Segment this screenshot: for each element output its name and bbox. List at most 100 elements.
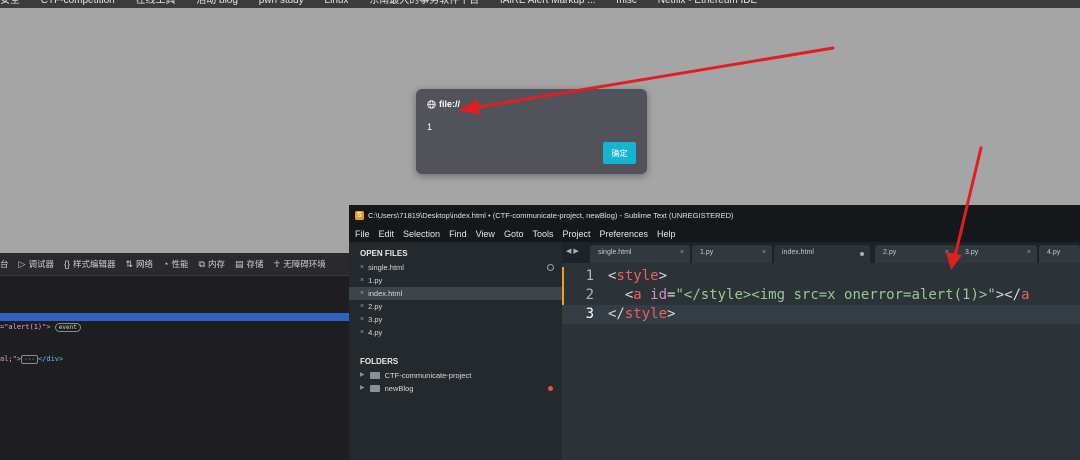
tab-debugger[interactable]: ▷ 调试器 [19, 258, 54, 270]
menu-view[interactable]: View [476, 229, 495, 239]
open-file-item[interactable]: × 2.py [349, 300, 562, 313]
tab-3-py[interactable]: 3.py × [957, 245, 1037, 263]
tab-label: 2.py [883, 249, 897, 256]
ok-button[interactable]: 确定 [603, 142, 636, 164]
tab-style-editor[interactable]: {} 样式编辑器 [64, 258, 116, 270]
open-file-label: 4.py [368, 328, 383, 337]
expand-triangle-icon[interactable]: ▶ [360, 382, 365, 395]
open-file-item[interactable]: × 1.py [349, 274, 562, 287]
tab-accessibility[interactable]: ☥ 无障碍环境 [273, 258, 325, 270]
braces-icon: {} [63, 259, 70, 269]
line-number: 1 [585, 268, 594, 284]
bookmark-item[interactable]: pwn study [259, 0, 304, 6]
devtools-toolbar: 台 ▷ 调试器 {} 样式编辑器 ⇅ 网络 ◔ 性能 ⧉ 内存 ▤ 存储 ☥ 无障碍环境 [0, 253, 349, 276]
menu-preferences[interactable]: Preferences [599, 229, 648, 239]
tab-storage[interactable]: ▤ 存储 [235, 258, 264, 270]
code-token: style [624, 306, 668, 322]
sublime-logo-icon: S [355, 210, 364, 220]
close-icon[interactable]: × [360, 261, 364, 274]
accessibility-icon: ☥ [273, 258, 281, 269]
folder-item[interactable]: ▶ newBlog [349, 382, 562, 395]
markup-line[interactable]: ="alert(1)"> event [0, 323, 81, 332]
line-number: 2 [585, 287, 594, 303]
menu-help[interactable]: Help [657, 229, 676, 239]
code-line-current[interactable]: 3 </style> [562, 305, 1080, 324]
close-icon[interactable]: × [1027, 249, 1031, 256]
menu-file[interactable]: File [355, 229, 370, 239]
sidebar: OPEN FILES × single.html × 1.py × index.htm… [349, 242, 562, 460]
collapsed-children[interactable]: ··· [21, 355, 38, 364]
performance-icon: ◔ [163, 259, 169, 269]
devtools-tab-label: 网络 [136, 259, 154, 269]
unsaved-circle-icon [547, 264, 554, 271]
menu-edit[interactable]: Edit [379, 229, 395, 239]
tab-memory[interactable]: ⧉ 内存 [199, 258, 225, 270]
bookmark-item[interactable]: 安全 [0, 0, 20, 6]
devtools-tab-label: 无障碍环境 [283, 259, 326, 269]
close-icon[interactable]: × [762, 249, 766, 256]
menu-goto[interactable]: Goto [504, 229, 524, 239]
tab-bar: ◀ ▶ single.html × 1.py × index.html 2.py × … [562, 242, 1080, 263]
folder-item[interactable]: ▶ CTF-communicate-project [349, 369, 562, 382]
tab-2-py[interactable]: 2.py × [875, 245, 955, 263]
window-title: C:\Users\71819\Desktop\index.html • (CTF… [368, 210, 734, 220]
closing-tag: </div> [37, 355, 64, 363]
menu-project[interactable]: Project [562, 229, 590, 239]
close-icon[interactable]: × [360, 313, 364, 326]
bookmark-item[interactable]: 东南最大的事务软件平台 [369, 0, 479, 6]
close-icon[interactable]: × [360, 287, 364, 300]
close-icon[interactable]: × [680, 249, 684, 256]
bookmark-item[interactable]: Netflix - Ethereum IDE [658, 0, 757, 6]
tab-label: 3.py [965, 249, 979, 256]
tab-index-html[interactable]: index.html [774, 245, 870, 263]
selected-node-row[interactable] [0, 313, 349, 321]
open-file-item[interactable]: × 4.py [349, 326, 562, 339]
open-file-item[interactable]: × index.html [349, 287, 562, 300]
globe-icon [427, 99, 436, 109]
alert-origin: file:// [427, 99, 460, 109]
close-icon[interactable]: × [360, 274, 364, 287]
menu-find[interactable]: Find [449, 229, 467, 239]
open-file-item[interactable]: × single.html [349, 261, 562, 274]
bookmark-item[interactable]: 在线工具 [135, 0, 175, 6]
tab-scroll-arrows-icon[interactable]: ◀ ▶ [566, 247, 579, 255]
code-token: style [616, 268, 659, 284]
tab-4-py[interactable]: 4.py [1039, 245, 1080, 263]
tab-console[interactable]: 台 [0, 258, 9, 270]
modified-dot-icon [548, 386, 553, 391]
bookmark-item[interactable]: fAlRE Alert Markup ... [500, 0, 596, 6]
storage-icon: ▤ [234, 258, 244, 269]
code-line[interactable]: 2 <a id="</style><img src=x onerror=aler… [562, 286, 1030, 305]
close-icon[interactable]: × [360, 300, 364, 313]
expand-triangle-icon[interactable]: ▶ [360, 369, 365, 382]
markup-line[interactable]: al;"> ··· </div> [0, 355, 64, 364]
menu-tools[interactable]: Tools [532, 229, 553, 239]
bookmark-item[interactable]: 活动 blog [196, 0, 238, 6]
tab-performance[interactable]: ◔ 性能 [163, 258, 188, 270]
bookmark-item[interactable]: Linux [325, 0, 349, 6]
bookmark-item[interactable]: CTF-competition [41, 0, 115, 6]
code-token: id [650, 287, 668, 303]
event-badge[interactable]: event [54, 323, 81, 332]
tab-1-py[interactable]: 1.py × [692, 245, 772, 263]
menu-selection[interactable]: Selection [403, 229, 440, 239]
menu-bar: File Edit Selection Find View Goto Tools… [349, 225, 1080, 242]
code-token: > [667, 306, 676, 322]
close-icon[interactable]: × [945, 249, 949, 256]
code-line[interactable]: 1 <style> [562, 267, 667, 286]
tab-label: single.html [598, 249, 632, 256]
open-file-item[interactable]: × 3.py [349, 313, 562, 326]
code-token: a [1021, 287, 1030, 303]
bookmark-item[interactable]: misc [616, 0, 637, 6]
code-editor[interactable]: 1 <style> 2 <a id="</style><img src=x one… [562, 263, 1080, 460]
devtools-tab-label: 性能 [171, 259, 189, 269]
tab-single-html[interactable]: single.html × [590, 245, 690, 263]
devtools-tab-label: 台 [0, 259, 9, 269]
close-icon[interactable]: × [360, 326, 364, 339]
sublime-window: S C:\Users\71819\Desktop\index.html • (C… [349, 205, 1080, 460]
tab-network[interactable]: ⇅ 网络 [125, 258, 153, 270]
tab-label: index.html [782, 249, 814, 256]
tab-label: 1.py [700, 249, 714, 256]
title-bar: S C:\Users\71819\Desktop\index.html • (C… [349, 205, 1080, 225]
devtools-tab-label: 内存 [207, 259, 225, 269]
